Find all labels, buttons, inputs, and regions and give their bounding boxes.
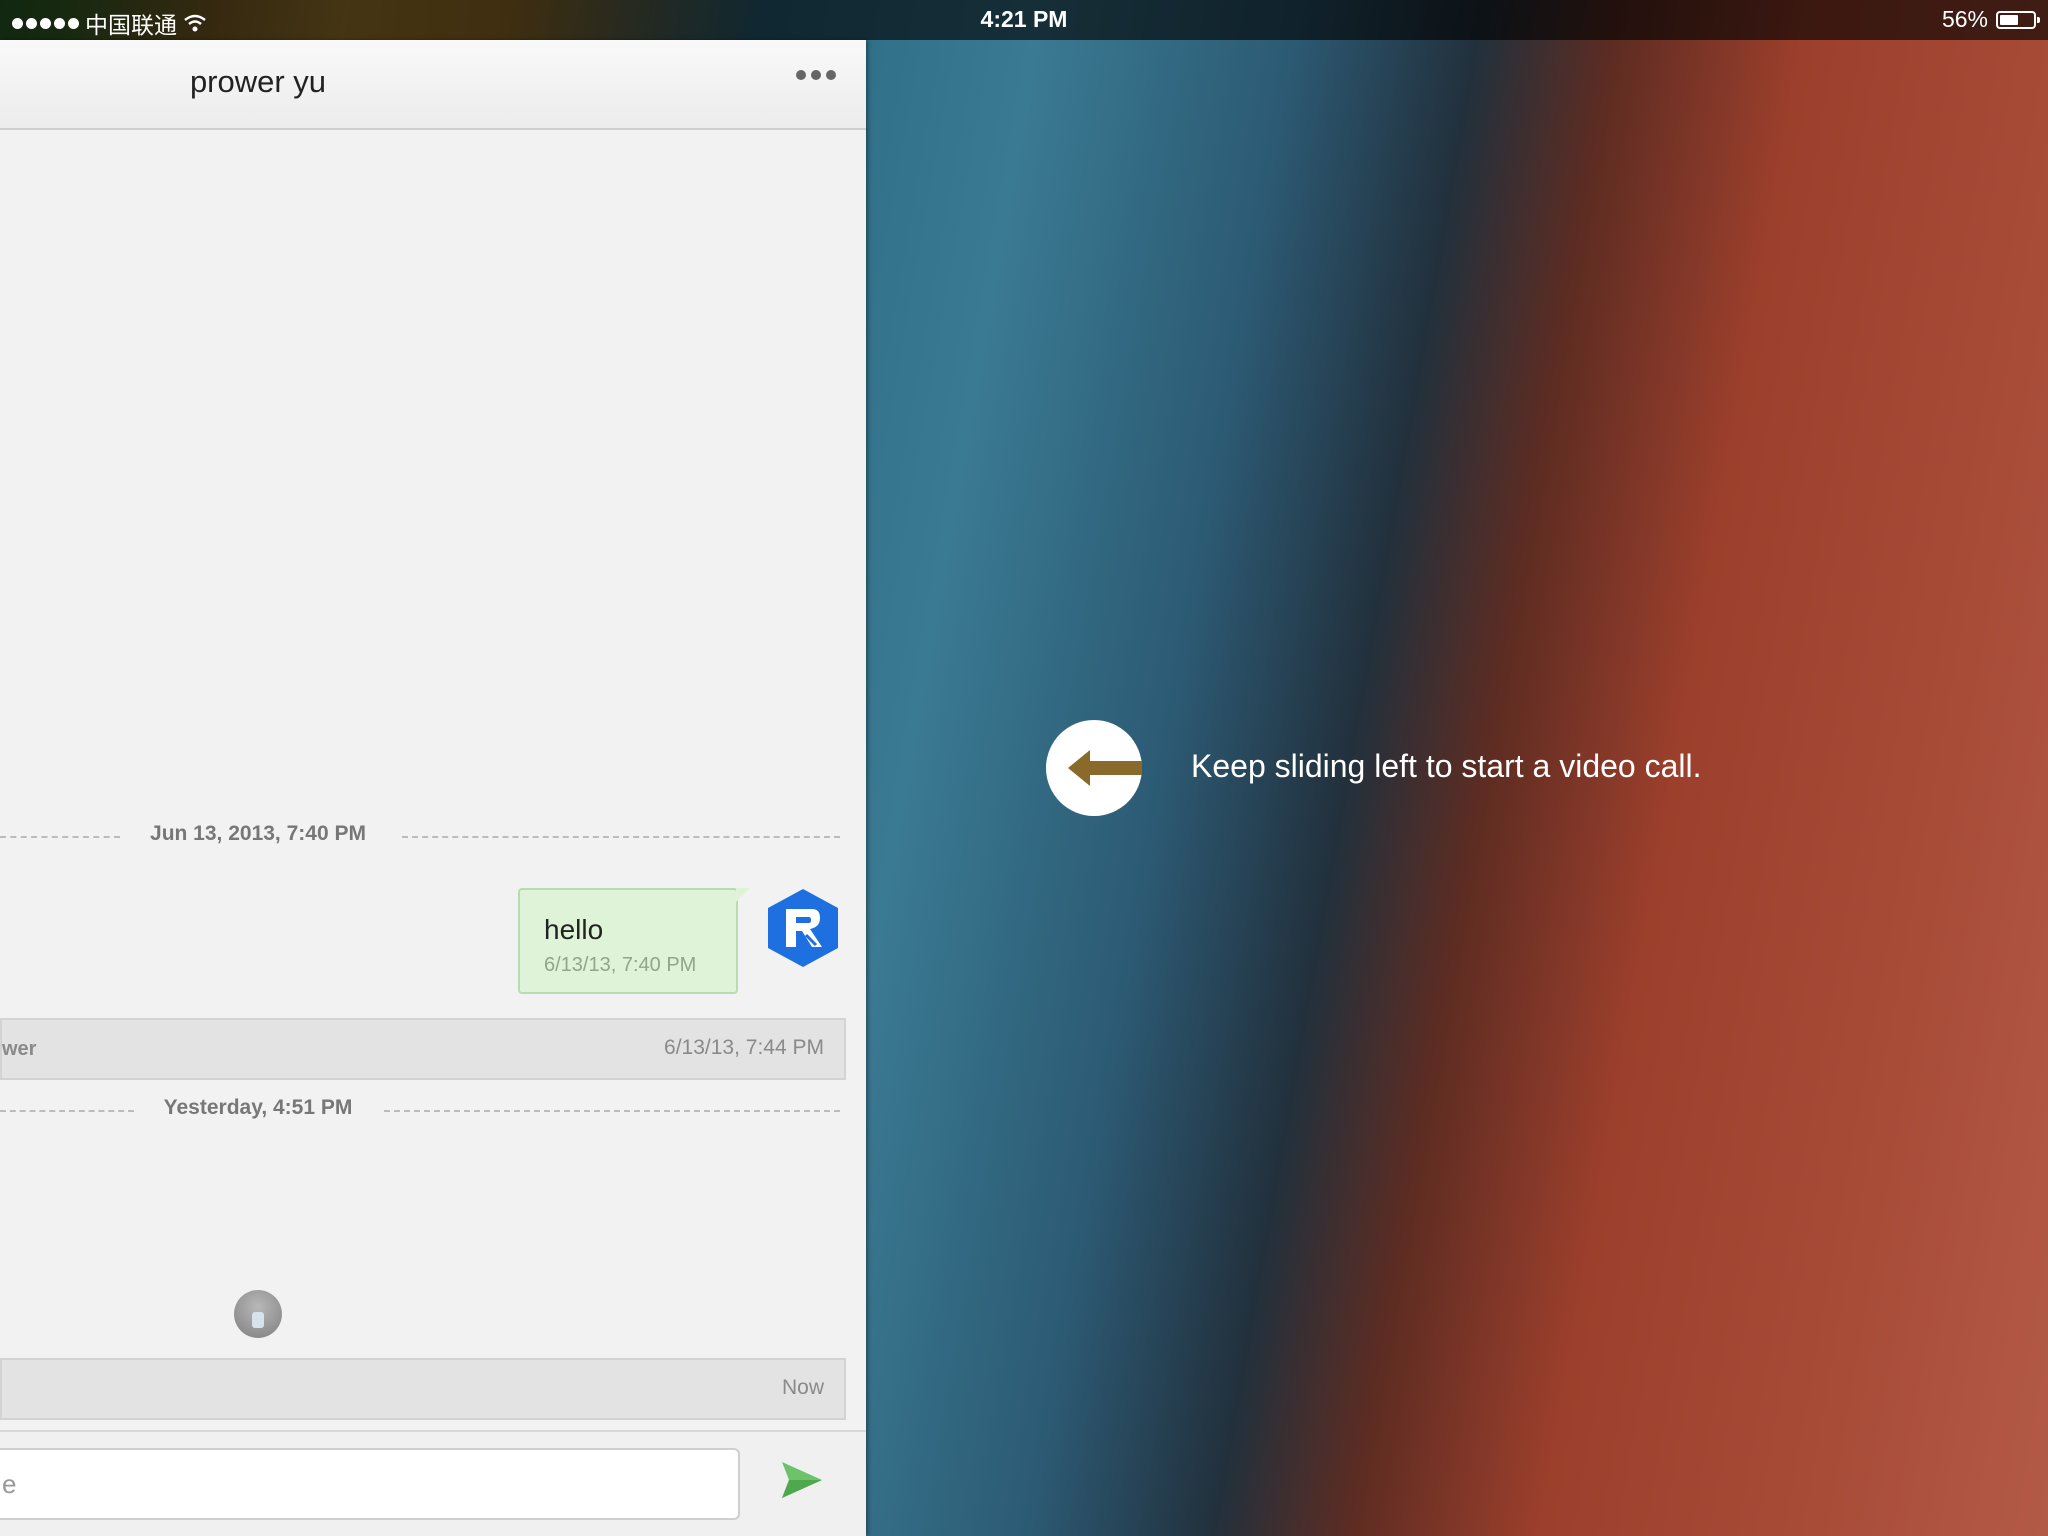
recent-row-time: Now xyxy=(781,1376,824,1399)
message-bubble[interactable]: hello 6/13/13, 7:40 PM xyxy=(518,888,750,994)
send-icon[interactable] xyxy=(780,1458,824,1502)
date-divider-label: Yesterday, 4:51 PM xyxy=(163,1096,353,1119)
status-right: 56% xyxy=(1941,6,2040,33)
message-input[interactable]: e xyxy=(0,1448,740,1520)
date-divider-label: Jun 13, 2013, 7:40 PM xyxy=(150,822,366,845)
app-logo-icon[interactable] xyxy=(766,887,840,969)
chat-panel[interactable]: prower yu Jun 13, 2013, 7:40 PM hello 6/… xyxy=(0,40,866,1536)
more-icon[interactable] xyxy=(796,70,836,80)
slide-hint-text: Keep sliding left to start a video call. xyxy=(1191,748,1702,784)
message-time: 6/13/13, 7:40 PM xyxy=(544,954,697,976)
status-time: 4:21 PM xyxy=(980,6,1068,32)
battery-icon xyxy=(1996,10,2040,29)
arrow-left-icon xyxy=(1046,720,1142,816)
date-divider: Jun 13, 2013, 7:40 PM xyxy=(0,822,840,852)
recent-row[interactable]: Now xyxy=(0,1358,846,1420)
date-divider: Yesterday, 4:51 PM xyxy=(0,1096,840,1126)
message-text: hello xyxy=(544,914,604,945)
screen: 中国联通 4:21 PM 56% prower yu Jun 13, 2013,… xyxy=(0,0,2048,1536)
battery-percent: 56% xyxy=(1941,6,1988,32)
status-bar: 中国联通 4:21 PM 56% xyxy=(0,0,2048,40)
chat-title: prower yu xyxy=(189,64,327,99)
call-log-row[interactable]: wer 6/13/13, 7:44 PM xyxy=(0,1018,846,1080)
chat-header: prower yu xyxy=(0,40,866,130)
call-log-time: 6/13/13, 7:44 PM xyxy=(664,1036,824,1059)
avatar[interactable] xyxy=(234,1290,282,1338)
call-log-name: wer xyxy=(2,1038,37,1060)
battery-level xyxy=(2000,14,2018,25)
compose-bar: e xyxy=(0,1430,866,1536)
